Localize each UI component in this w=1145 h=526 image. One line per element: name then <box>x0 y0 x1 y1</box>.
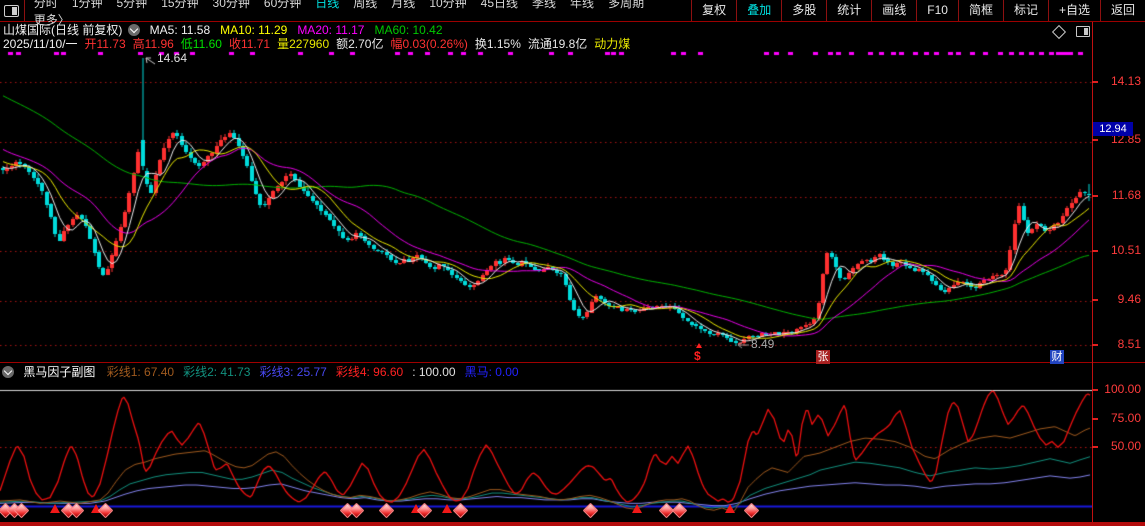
subchart-value-3: 彩线4: 96.60 <box>336 365 403 379</box>
quote-field-10: 动力煤 <box>594 37 630 51</box>
axis-tick <box>1092 299 1098 301</box>
price-axis-label-5: 8.51 <box>1118 337 1141 351</box>
axis-tick <box>1092 446 1098 448</box>
quote-field-0: 2025/11/10/一 <box>3 37 78 51</box>
price-axis-label-3: 10.51 <box>1111 243 1141 257</box>
subchart-value-0: 彩线1: 67.40 <box>107 365 174 379</box>
window-layout-icon[interactable] <box>4 5 19 17</box>
diamond-marker-icon[interactable] <box>1052 25 1066 39</box>
toolbar-button-7[interactable]: 标记 <box>1003 0 1048 21</box>
tab-period-10[interactable]: 45日线 <box>474 0 525 10</box>
buy-triangle-marker <box>442 504 452 513</box>
toolbar-button-8[interactable]: +自选 <box>1048 0 1100 21</box>
subchart-canvas[interactable] <box>0 382 1092 523</box>
sub-axis-label-2: 50.00 <box>1111 439 1141 453</box>
tab-period-12[interactable]: 年线 <box>563 0 601 10</box>
subchart-value-1: 彩线2: 41.73 <box>183 365 250 379</box>
toolbar-divider <box>24 0 25 21</box>
tab-period-4[interactable]: 30分钟 <box>206 0 257 10</box>
subchart-title: 黑马因子副图 <box>23 365 95 379</box>
buy-triangle-marker <box>632 504 642 513</box>
high-price-annotation: 14.64 <box>157 51 187 65</box>
toolbar-button-3[interactable]: 统计 <box>826 0 871 21</box>
subchart-value-5: 黑马: 0.00 <box>465 365 519 379</box>
quote-field-1: 开11.73 <box>85 37 126 51</box>
split-window-icon[interactable] <box>1076 26 1090 37</box>
price-highlight-badge: 12.94 <box>1093 122 1133 136</box>
main-price-axis: 14.1312.8511.6810.519.468.51 <box>1092 0 1145 362</box>
tab-period-8[interactable]: 月线 <box>384 0 422 10</box>
quote-field-5: 量227960 <box>277 37 329 51</box>
price-axis-label-0: 14.13 <box>1111 74 1141 88</box>
tab-period-1[interactable]: 1分钟 <box>65 0 110 10</box>
subchart-value-4: : 100.00 <box>412 365 455 379</box>
chart-corner-icons <box>1054 26 1090 40</box>
axis-tick <box>1092 139 1098 141</box>
sub-axis-label-1: 75.00 <box>1111 411 1141 425</box>
buy-triangle-marker <box>725 504 735 513</box>
quote-field-2: 高11.96 <box>133 37 174 51</box>
quote-info-row: 2025/11/10/一开11.73 高11.96 低11.60 收11.71 量227… <box>3 37 637 52</box>
buy-triangle-marker <box>50 504 60 513</box>
quote-field-4: 收11.71 <box>229 37 270 51</box>
toolbar-button-4[interactable]: 画线 <box>871 0 916 21</box>
tab-period-7[interactable]: 周线 <box>346 0 384 10</box>
tab-period-2[interactable]: 5分钟 <box>110 0 155 10</box>
toolbar-right-buttons: 复权叠加多股统计画线F10简框标记+自选返回 <box>691 0 1145 21</box>
price-axis-label-2: 11.68 <box>1112 188 1141 202</box>
toolbar-button-5[interactable]: F10 <box>916 0 958 21</box>
price-axis-label-4: 9.46 <box>1118 292 1141 306</box>
subchart-values: 彩线1: 67.40 彩线2: 41.73 彩线3: 25.77 彩线4: 96.60… <box>107 365 528 379</box>
window-bottom-border <box>0 522 1145 526</box>
toolbar-button-2[interactable]: 多股 <box>781 0 826 21</box>
axis-tick <box>1092 81 1098 83</box>
subchart-axis: 100.00 75.00 50.00 <box>1092 362 1145 523</box>
quote-field-9: 流通19.8亿 <box>528 37 587 51</box>
axis-tick <box>1092 389 1098 391</box>
tab-period-5[interactable]: 60分钟 <box>257 0 308 10</box>
tab-period-9[interactable]: 10分钟 <box>422 0 473 10</box>
event-badge-1: 财 <box>1050 350 1064 364</box>
period-tabs: 分时1分钟5分钟15分钟30分钟60分钟日线周线月线10分钟45日线季线年线多周… <box>27 0 691 28</box>
subchart-value-2: 彩线3: 25.77 <box>259 365 326 379</box>
subchart-header: 黑马因子副图 彩线1: 67.40 彩线2: 41.73 彩线3: 25.77 彩线4… <box>2 363 528 381</box>
low-price-annotation: 8.49 <box>751 337 774 351</box>
axis-tick <box>1092 418 1098 420</box>
main-chart-canvas[interactable] <box>0 22 1092 362</box>
quote-field-8: 换1.15% <box>475 37 521 51</box>
toolbar-button-6[interactable]: 简框 <box>958 0 1003 21</box>
signal-dollar-icon: $ <box>694 349 701 363</box>
toolbar-button-9[interactable]: 返回 <box>1100 0 1145 21</box>
axis-tick <box>1092 195 1098 197</box>
tab-period-0[interactable]: 分时 <box>27 0 65 10</box>
toolbar: 分时1分钟5分钟15分钟30分钟60分钟日线周线月线10分钟45日线季线年线多周… <box>0 0 1145 22</box>
tab-period-3[interactable]: 15分钟 <box>154 0 205 10</box>
axis-tick <box>1092 344 1098 346</box>
quote-field-6: 额2.70亿 <box>336 37 383 51</box>
event-badge-0: 张 <box>816 350 830 364</box>
tab-period-11[interactable]: 季线 <box>525 0 563 10</box>
axis-tick <box>1092 250 1098 252</box>
tdx-app-window: 分时1分钟5分钟15分钟30分钟60分钟日线周线月线10分钟45日线季线年线多周… <box>0 0 1145 526</box>
tab-period-14[interactable]: 更多〉 <box>27 13 77 27</box>
quote-field-7: 幅0.03(0.26%) <box>390 37 467 51</box>
quote-field-3: 低11.60 <box>181 37 222 51</box>
sub-axis-label-0: 100.00 <box>1104 382 1141 396</box>
tab-period-13[interactable]: 多周期 <box>601 0 651 10</box>
toolbar-button-1[interactable]: 叠加 <box>736 0 781 21</box>
toolbar-button-0[interactable]: 复权 <box>691 0 736 21</box>
tab-period-6[interactable]: 日线 <box>308 0 346 10</box>
chevron-down-circle-icon[interactable] <box>2 366 14 378</box>
